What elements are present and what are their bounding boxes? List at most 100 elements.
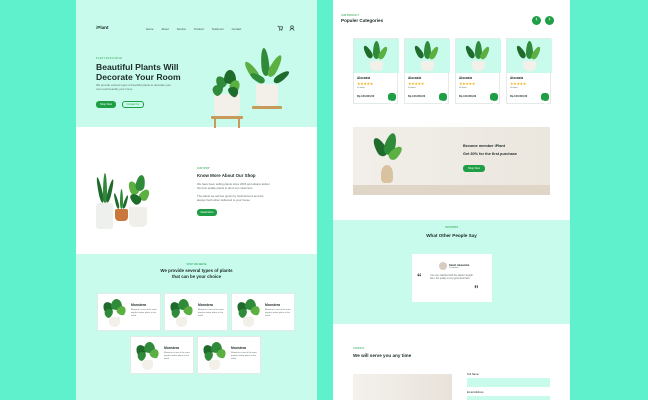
- hero-title-line1: Beautiful Plants Will: [96, 62, 179, 72]
- open-quote-icon: “: [417, 272, 422, 282]
- product-image: [456, 39, 501, 73]
- user-icon[interactable]: [289, 25, 295, 31]
- services-section: WHAT WE SERVE We provide several types o…: [76, 254, 317, 400]
- plant-pot: [243, 317, 254, 327]
- services-kicker: WHAT WE SERVE: [186, 263, 207, 266]
- member-shop-now-button[interactable]: Shop Now: [463, 165, 485, 172]
- plant-pot: [109, 317, 120, 327]
- main-nav: Home About Service Product Testimoni Con…: [146, 27, 241, 31]
- services-title-line2: that can be your choice: [171, 274, 222, 279]
- nav-product[interactable]: Product: [194, 27, 204, 31]
- landing-page-preview-right: OUR PRODUCT Populer Categories ‹ › Aloca…: [333, 0, 570, 400]
- hero-title: Beautiful Plants Will Decorate Your Room: [96, 62, 181, 82]
- close-quote-icon: ”: [474, 284, 479, 294]
- contact-image: [353, 374, 452, 400]
- about-description: We have been selling plants since 2015 a…: [197, 182, 271, 190]
- brand-logo[interactable]: iPlant: [96, 25, 109, 30]
- product-price: Rp 120.000,00: [510, 95, 528, 98]
- service-card[interactable]: Monstera Monstera is one of the most pop…: [130, 336, 194, 374]
- hero-plants-image: [206, 40, 296, 130]
- popular-kicker: OUR PRODUCT: [341, 14, 359, 17]
- cart-icon[interactable]: [277, 25, 283, 31]
- plant-pot: [176, 317, 187, 327]
- service-card[interactable]: Monstera Monstera is one of the most pop…: [97, 293, 161, 331]
- product-name: Alocasia: [408, 76, 422, 80]
- service-name: Monstera: [131, 303, 147, 307]
- product-sold: 50 Items: [408, 87, 416, 89]
- about-kicker: OUR SHOP: [197, 167, 210, 170]
- product-price: Rp 120.000,00: [408, 95, 426, 98]
- product-name: Alocasia: [510, 76, 524, 80]
- plant-pot: [209, 360, 220, 370]
- service-desc: Monstera is one of the most popular indo…: [265, 309, 291, 317]
- product-sold: 50 Items: [510, 87, 518, 89]
- service-name: Monstera: [231, 346, 247, 350]
- avatar: [439, 262, 447, 270]
- cart-icon: [542, 100, 549, 105]
- nav-about[interactable]: About: [161, 27, 168, 31]
- service-name: Monstera: [198, 303, 214, 307]
- add-to-cart-button[interactable]: [541, 93, 549, 105]
- product-sold: 50 Items: [459, 87, 467, 89]
- cart-icon: [440, 100, 447, 105]
- rating-stars: ★★★★★: [459, 81, 475, 86]
- contact-us-button[interactable]: Contact Us: [122, 101, 144, 108]
- popular-title: Populer Categories: [341, 18, 384, 23]
- add-to-cart-button[interactable]: [439, 93, 447, 105]
- read-more-button[interactable]: Read More: [197, 209, 217, 216]
- about-description-2: The plants we sell are grown by local fa…: [197, 194, 264, 202]
- member-line1: Become member iPlant: [463, 144, 505, 148]
- service-desc: Monstera is one of the most popular indo…: [131, 309, 157, 317]
- hero-description: We provide various types of beautiful pl…: [96, 83, 172, 91]
- product-card[interactable]: Alocasia ★★★★★ 50 Items Rp 120.000,00: [506, 38, 552, 105]
- product-name: Alocasia: [357, 76, 371, 80]
- testimonial-card: Sarah Alexandra Customer “ I am very sat…: [412, 254, 492, 302]
- testimonial-role: Customer: [449, 267, 459, 269]
- landing-page-preview-left: iPlant Home About Service Product Testim…: [76, 0, 317, 400]
- cart-icon: [491, 100, 498, 105]
- add-to-cart-button[interactable]: [490, 93, 498, 105]
- chevron-left-icon: ‹: [535, 16, 538, 23]
- product-card[interactable]: Alocasia ★★★★★ 50 Items Rp 120.000,00: [353, 38, 399, 105]
- product-sold: 50 Items: [357, 87, 365, 89]
- product-name: Alocasia: [459, 76, 473, 80]
- logo-text: Plant: [97, 25, 109, 30]
- product-image: [405, 39, 450, 73]
- product-image: [507, 39, 552, 73]
- service-name: Monstera: [265, 303, 281, 307]
- service-desc: Monstera is one of the most popular indo…: [198, 309, 224, 317]
- about-plants-image: [95, 159, 152, 229]
- member-banner: Become member iPlant Get 30% for the fir…: [353, 127, 550, 195]
- testimonial-section: TESTIMONI What Other People Say Sarah Al…: [333, 220, 570, 324]
- add-to-cart-button[interactable]: [388, 93, 396, 105]
- service-card[interactable]: Monstera Monstera is one of the most pop…: [164, 293, 228, 331]
- rating-stars: ★★★★★: [408, 81, 424, 86]
- nav-contact[interactable]: Contact: [232, 27, 242, 31]
- testimonial-kicker: TESTIMONI: [444, 226, 458, 229]
- plant-pot: [142, 360, 153, 370]
- rating-stars: ★★★★★: [357, 81, 373, 86]
- product-price: Rp 120.000,00: [357, 95, 375, 98]
- service-desc: Monstera is one of the most popular indo…: [231, 352, 257, 360]
- nav-testimoni[interactable]: Testimoni: [212, 27, 224, 31]
- service-name: Monstera: [164, 346, 180, 350]
- service-card[interactable]: Monstera Monstera is one of the most pop…: [197, 336, 261, 374]
- email-input[interactable]: [467, 396, 550, 400]
- nav-home[interactable]: Home: [146, 27, 153, 31]
- product-price: Rp 120.000,00: [459, 95, 477, 98]
- service-card[interactable]: Monstera Monstera is one of the most pop…: [231, 293, 295, 331]
- testimonial-title: What Other People Say: [426, 233, 477, 238]
- carousel-next-button[interactable]: ›: [545, 16, 554, 25]
- about-title: Know More About Our Shop: [197, 173, 256, 178]
- about-section: OUR SHOP Know More About Our Shop We hav…: [76, 127, 317, 254]
- carousel-prev-button[interactable]: ‹: [532, 16, 541, 25]
- product-card[interactable]: Alocasia ★★★★★ 50 Items Rp 120.000,00: [455, 38, 501, 105]
- services-title: We provide several types of plants that …: [76, 268, 317, 280]
- nav-service[interactable]: Service: [177, 27, 186, 31]
- product-card[interactable]: Alocasia ★★★★★ 50 Items Rp 120.000,00: [404, 38, 450, 105]
- shop-now-button[interactable]: Shop Now: [96, 101, 116, 108]
- full-name-input[interactable]: [467, 378, 550, 387]
- full-name-label: Full Name: [467, 373, 479, 376]
- hero-title-line2: Decorate Your Room: [96, 72, 181, 82]
- rating-stars: ★★★★★: [510, 81, 526, 86]
